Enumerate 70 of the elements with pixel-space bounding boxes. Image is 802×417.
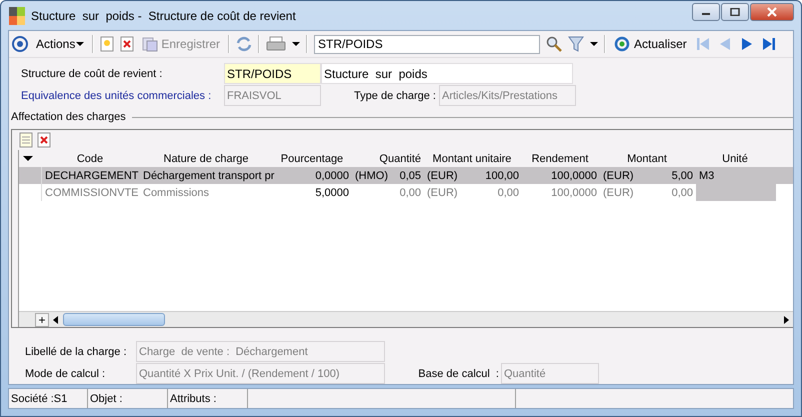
- table-cell-text: COMMISSIONVTE: [44, 186, 140, 199]
- charge-type-field: Articles/Kits/Prestations: [439, 85, 576, 106]
- table-cell-text: 100,0000: [550, 186, 598, 199]
- maximize-button[interactable]: [721, 3, 749, 21]
- column-header[interactable]: Montant unitaire: [423, 152, 521, 165]
- table-cell-text: M3: [698, 170, 716, 182]
- minimize-button[interactable]: [692, 3, 720, 21]
- column-header[interactable]: Nature de charge: [139, 152, 273, 165]
- equivalence-link[interactable]: Equivalence des unités commerciales :: [21, 90, 224, 102]
- table-cell-text: 5,0000: [314, 186, 350, 199]
- status-text: Attributs :: [168, 389, 248, 408]
- field-label: Base de calcul :: [417, 368, 500, 380]
- column-header[interactable]: Pourcentage: [273, 152, 351, 165]
- column-header[interactable]: Unité: [695, 152, 775, 165]
- table-cell-text: (EUR) 5,00: [602, 170, 694, 182]
- structure-name-field[interactable]: Stucture sur poids: [321, 63, 573, 84]
- caret-icon[interactable]: [590, 42, 598, 47]
- status-text: Objet :: [88, 389, 168, 408]
- table-cell-text: Déchargement transport pr: [142, 170, 274, 182]
- refresh-icon: [614, 36, 630, 52]
- target-icon[interactable]: [12, 36, 28, 52]
- scroll-left-icon[interactable]: [51, 314, 61, 326]
- documents-icon: [142, 36, 158, 52]
- filter-icon[interactable]: [568, 36, 584, 52]
- calculation-base-field: Quantité: [501, 363, 599, 384]
- app-icon: [9, 6, 25, 25]
- delete-document-icon[interactable]: [37, 132, 51, 148]
- charge-label-field: Charge de vente : Déchargement: [136, 341, 385, 362]
- delete-document-icon[interactable]: [120, 36, 134, 52]
- field-label: Mode de calcul :: [25, 368, 106, 380]
- status-text: Société :S1: [9, 389, 88, 408]
- new-document-icon[interactable]: [19, 132, 33, 148]
- search-icon[interactable]: [546, 36, 562, 52]
- column-header[interactable]: Montant: [599, 152, 695, 165]
- column-header[interactable]: Code: [41, 152, 139, 165]
- column-menu-icon[interactable]: [23, 156, 33, 162]
- last-record-icon[interactable]: [760, 36, 777, 52]
- field-label: Type de charge :: [353, 90, 437, 102]
- group-title: Affectation des charges: [11, 111, 127, 124]
- column-header[interactable]: Quantité: [351, 152, 423, 165]
- table-cell-text: 0,00: [398, 186, 422, 199]
- close-icon: [766, 7, 778, 17]
- maximize-icon: [730, 8, 740, 16]
- table-cell-text: (EUR) 0,00: [426, 186, 520, 199]
- new-document-icon[interactable]: [100, 36, 114, 52]
- table-cell-text: DECHARGEMENT: [44, 170, 140, 182]
- close-button[interactable]: [750, 3, 794, 21]
- refresh-icon[interactable]: [236, 36, 252, 52]
- printer-icon[interactable]: [266, 36, 286, 52]
- field-label: Structure de coût de revient :: [21, 68, 164, 80]
- actions-menu[interactable]: Actions: [34, 37, 86, 52]
- table-cell-text: (EUR) 100,00: [426, 170, 520, 182]
- column-header[interactable]: Rendement: [521, 152, 599, 165]
- table-cell-text: 100,0000: [550, 170, 598, 182]
- table-cell-text: Commissions: [142, 186, 210, 199]
- refresh-button[interactable]: Actualiser: [612, 36, 689, 52]
- table-cell-text: (EUR) 0,00: [602, 186, 694, 199]
- scroll-right-icon[interactable]: [781, 314, 791, 326]
- field-label: Libellé de la charge :: [25, 346, 128, 358]
- table-cell-text: 0,0000: [314, 170, 350, 182]
- scrollbar-thumb[interactable]: [63, 313, 165, 326]
- caret-icon[interactable]: [292, 42, 300, 47]
- add-row-button[interactable]: +: [35, 312, 49, 327]
- table-cell-text: (HMO) 0,05: [354, 170, 422, 182]
- equivalence-field: FRAISVOL: [224, 85, 321, 106]
- caret-icon: [76, 42, 84, 47]
- search-field[interactable]: STR/POIDS: [314, 34, 540, 54]
- structure-code-field[interactable]: STR/POIDS: [224, 63, 321, 84]
- calculation-mode-field: Quantité X Prix Unit. / (Rendement / 100): [136, 363, 385, 384]
- window-title: Stucture sur poids - Structure de coût de revient: [31, 8, 296, 23]
